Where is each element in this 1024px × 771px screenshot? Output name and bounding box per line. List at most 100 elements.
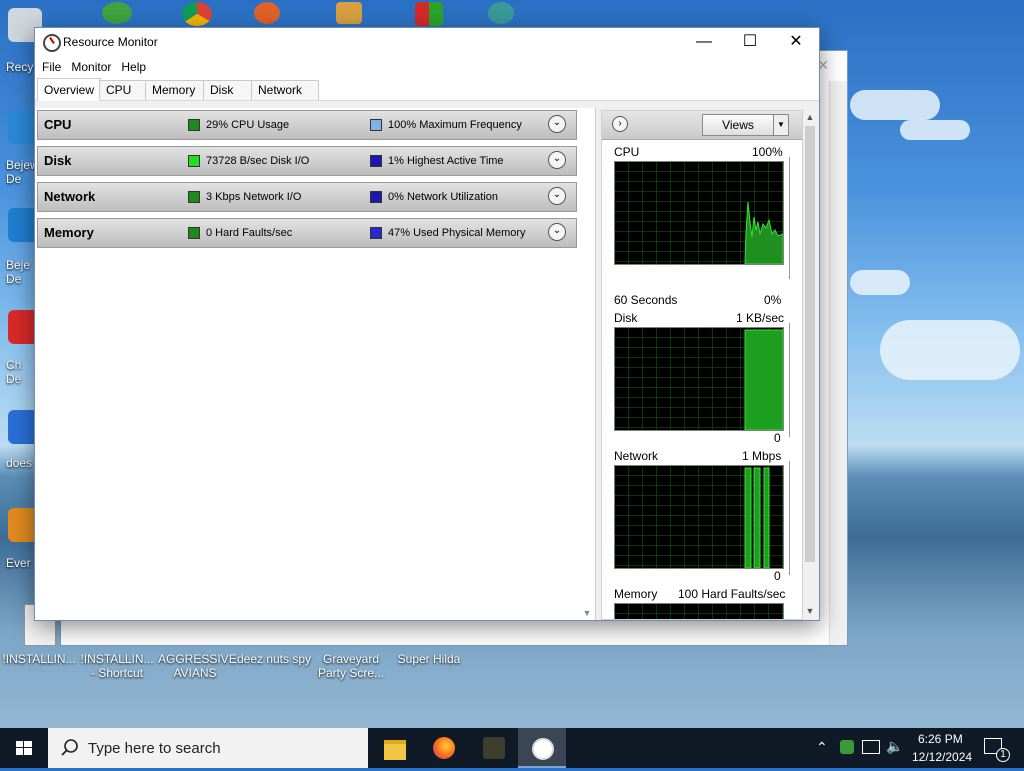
maximize-button[interactable]: ☐ [727, 28, 773, 56]
clock-time[interactable]: 6:26 PM [918, 732, 963, 746]
network-graph [614, 465, 784, 569]
tray-app-icon[interactable] [840, 740, 854, 754]
menu-monitor[interactable]: Monitor [66, 60, 116, 74]
desktop-icon-label[interactable]: !INSTALLIN... - Shortcut [80, 652, 154, 680]
section-stat: 1% Highest Active Time [388, 155, 504, 167]
chevron-down-icon[interactable]: ⌄ [548, 115, 566, 133]
taskbar-game[interactable] [470, 728, 518, 768]
memory-graph [614, 603, 784, 619]
section-stat: 29% CPU Usage [206, 119, 290, 131]
graph-pane-toolbar: › Views ▼ [602, 111, 802, 140]
tab-strip: Overview CPU Memory Disk Network [35, 78, 819, 101]
folder-icon [384, 740, 406, 760]
tab-overview[interactable]: Overview [37, 78, 102, 101]
graph-footer-disk-min: 0 [774, 431, 781, 445]
desktop-icon-label[interactable]: Super Hilda [392, 652, 466, 666]
desktop-icon[interactable] [80, 2, 154, 28]
minimize-button[interactable]: — [681, 28, 727, 56]
desktop-label: Ch De [6, 358, 22, 386]
desktop-icon-label[interactable]: deez nuts spy [234, 652, 314, 666]
taskbar-resource-monitor[interactable] [518, 728, 566, 768]
search-box[interactable]: Type here to search [48, 728, 368, 768]
cpu-graph [614, 161, 784, 265]
desktop-icon-label[interactable]: AGGRESSIVE AVIANS [158, 652, 237, 680]
graph-pane-scrollbar[interactable]: ▲ ▼ [803, 110, 817, 618]
section-disk[interactable]: Disk 73728 B/sec Disk I/O 1% Highest Act… [37, 146, 577, 176]
start-button[interactable] [0, 728, 48, 768]
section-cpu[interactable]: CPU 29% CPU Usage 100% Maximum Frequency… [37, 110, 577, 140]
legend-swatch [370, 119, 382, 131]
legend-swatch [188, 155, 200, 167]
desktop-icon-label-text: Graveyard Party Scre... [317, 652, 385, 680]
desktop-icon-label[interactable]: !INSTALLIN... [2, 652, 76, 666]
taskbar-file-explorer[interactable] [370, 728, 418, 768]
desktop-label: Ever [6, 556, 31, 570]
network-icon[interactable] [862, 740, 880, 754]
cloud [880, 320, 1020, 380]
shield-icon[interactable] [392, 2, 466, 30]
graph-max-memory: 100 Hard Faults/sec [678, 587, 786, 601]
legend-swatch [188, 191, 200, 203]
views-dropdown-icon[interactable]: ▼ [773, 114, 789, 136]
graph-pane: › Views ▼ CPU 100% 60 Seconds 0% Disk 1 … [601, 110, 803, 620]
desktop-icon-label-text: !INSTALLIN... - Shortcut [80, 652, 154, 680]
game-icon [483, 737, 505, 759]
desktop-label: Recy [6, 60, 34, 74]
desktop-icon-label-text: AGGRESSIVE AVIANS [158, 652, 237, 680]
graph-scale-line [789, 157, 790, 279]
section-stat: 0 Hard Faults/sec [206, 227, 293, 239]
graph-max-network: 1 Mbps [742, 449, 782, 463]
section-stat: 3 Kbps Network I/O [206, 191, 302, 203]
views-button[interactable]: Views [702, 114, 774, 136]
scroll-thumb[interactable] [805, 126, 815, 562]
memory-graph-plot [615, 604, 783, 619]
chevron-down-icon[interactable]: ⌄ [548, 151, 566, 169]
chrome-icon[interactable] [160, 2, 234, 30]
windows-logo-icon [16, 741, 32, 755]
tab-disk[interactable]: Disk [203, 80, 255, 100]
search-placeholder: Type here to search [88, 740, 221, 757]
left-pane-scrollbar[interactable]: ▼ [580, 108, 594, 620]
desktop-icon[interactable] [312, 2, 386, 28]
desktop-icon-label[interactable]: Graveyard Party Scre... [314, 652, 388, 680]
section-memory[interactable]: Memory 0 Hard Faults/sec 47% Used Physic… [37, 218, 577, 248]
desktop-icon[interactable] [464, 2, 538, 28]
chevron-down-icon[interactable]: ⌄ [548, 223, 566, 241]
graph-label-network: Network [614, 449, 659, 463]
chevron-down-icon[interactable]: ⌄ [548, 187, 566, 205]
cloud [850, 270, 910, 295]
menu-file[interactable]: File [37, 60, 66, 74]
section-stat: 47% Used Physical Memory [388, 227, 526, 239]
firefox-icon [433, 737, 455, 759]
volume-icon[interactable]: 🔈 [886, 738, 903, 755]
cloud [850, 90, 940, 120]
chevron-right-icon[interactable]: › [612, 116, 628, 132]
chevron-up-icon[interactable]: ⌃ [816, 739, 828, 756]
desktop-icon-label-text: !INSTALLIN... [2, 652, 76, 666]
tab-memory[interactable]: Memory [145, 80, 211, 100]
close-button[interactable]: ✕ [773, 28, 819, 56]
tab-network[interactable]: Network [251, 80, 319, 100]
clock-date[interactable]: 12/12/2024 [912, 750, 972, 764]
graph-label-memory: Memory [614, 587, 658, 601]
background-window-scrollbar[interactable] [829, 81, 847, 645]
scroll-down-icon[interactable]: ▼ [803, 606, 817, 616]
graph-label-disk: Disk [614, 311, 638, 325]
desktop-label: does [6, 456, 33, 470]
cpu-graph-plot [615, 162, 783, 264]
overview-pane: CPU 29% CPU Usage 100% Maximum Frequency… [35, 108, 596, 620]
graph-max-disk: 1 KB/sec [736, 311, 785, 325]
section-network[interactable]: Network 3 Kbps Network I/O 0% Network Ut… [37, 182, 577, 212]
section-title: Disk [44, 153, 72, 168]
desktop-icon[interactable] [230, 2, 304, 28]
scroll-down-icon[interactable]: ▼ [580, 608, 594, 618]
menu-bar: File Monitor Help [35, 56, 819, 78]
graph-max-cpu: 100% [752, 145, 783, 159]
tab-cpu[interactable]: CPU [99, 80, 147, 100]
scroll-up-icon[interactable]: ▲ [803, 112, 817, 122]
menu-help[interactable]: Help [116, 60, 151, 74]
disk-graph [614, 327, 784, 431]
graph-scale-line [789, 323, 790, 437]
title-bar[interactable]: Resource Monitor — ☐ ✕ [35, 28, 819, 56]
taskbar-firefox[interactable] [420, 728, 468, 768]
